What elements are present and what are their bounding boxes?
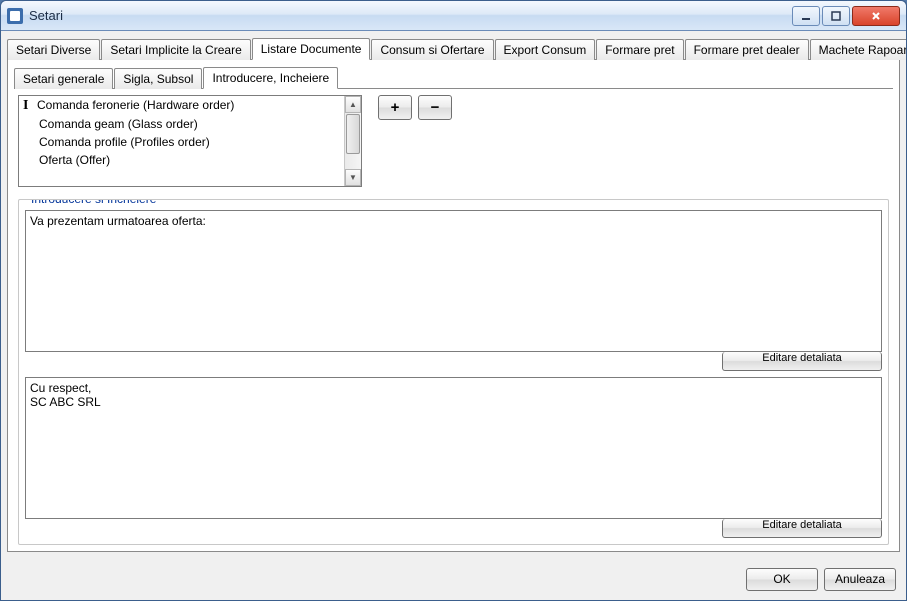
list-item-label: Comanda feronerie (Hardware order) [37, 98, 234, 112]
tab-export-consum[interactable]: Export Consum [495, 39, 596, 60]
scroll-track[interactable] [345, 155, 361, 169]
tab-listare-documente[interactable]: Listare Documente [252, 38, 371, 60]
group-legend: Introducere si Incheiere [27, 199, 160, 206]
closing-textarea[interactable]: Cu respect, SC ABC SRL [25, 377, 882, 519]
tab-formare-pret[interactable]: Formare pret [596, 39, 683, 60]
window-body: Setari Diverse Setari Implicite la Crear… [1, 31, 906, 558]
window-title: Setari [29, 8, 790, 23]
minus-icon: − [431, 100, 440, 115]
tab-consum-ofertare[interactable]: Consum si Ofertare [371, 39, 493, 60]
tab-machete-rapoarte[interactable]: Machete Rapoarte [810, 39, 906, 60]
add-button[interactable]: + [378, 95, 412, 120]
scroll-up-icon[interactable]: ▲ [345, 96, 361, 113]
remove-button[interactable]: − [418, 95, 452, 120]
list-item[interactable]: Comanda profile (Profiles order) [19, 133, 344, 151]
list-item[interactable]: Oferta (Offer) [19, 151, 344, 169]
subtab-setari-generale[interactable]: Setari generale [14, 68, 113, 89]
document-list[interactable]: I Comanda feronerie (Hardware order) Coma… [18, 95, 362, 187]
edit-detail-closing-button[interactable]: Editare detaliata [722, 519, 882, 538]
close-button[interactable] [852, 6, 900, 26]
scroll-down-icon[interactable]: ▼ [345, 169, 361, 186]
window-controls [790, 6, 900, 26]
subtab-introducere-incheiere[interactable]: Introducere, Incheiere [203, 67, 338, 89]
subtab-sigla-subsol[interactable]: Sigla, Subsol [114, 68, 202, 89]
intro-closing-group: Introducere si Incheiere Va prezentam ur… [18, 199, 889, 545]
intro-textarea[interactable]: Va prezentam urmatoarea oferta: [25, 210, 882, 352]
list-item[interactable]: I Comanda feronerie (Hardware order) [19, 96, 344, 115]
settings-window: Setari Setari Diverse Setari Implicite l… [0, 0, 907, 601]
minimize-button[interactable] [792, 6, 820, 26]
closing-block: Cu respect, SC ABC SRL Editare detaliata [25, 377, 882, 538]
plus-icon: + [391, 100, 400, 115]
titlebar: Setari [1, 1, 906, 31]
list-edit-buttons: + − [378, 95, 452, 120]
tab-formare-pret-dealer[interactable]: Formare pret dealer [685, 39, 809, 60]
caret-icon: I [23, 98, 28, 114]
cancel-button[interactable]: Anuleaza [824, 568, 896, 591]
sub-tabstrip: Setari generale Sigla, Subsol Introducer… [14, 66, 893, 89]
sub-tab-content: I Comanda feronerie (Hardware order) Coma… [14, 89, 893, 545]
ok-button[interactable]: OK [746, 568, 818, 591]
main-tab-content: Setari generale Sigla, Subsol Introducer… [7, 60, 900, 552]
scroll-thumb[interactable] [346, 114, 360, 154]
main-tabstrip: Setari Diverse Setari Implicite la Crear… [7, 37, 900, 60]
list-item[interactable]: Comanda geam (Glass order) [19, 115, 344, 133]
edit-detail-intro-button[interactable]: Editare detaliata [722, 352, 882, 371]
dialog-footer: OK Anuleaza [1, 558, 906, 600]
tab-setari-implicite[interactable]: Setari Implicite la Creare [101, 39, 250, 60]
top-row: I Comanda feronerie (Hardware order) Coma… [18, 95, 889, 193]
tab-setari-diverse[interactable]: Setari Diverse [7, 39, 100, 60]
maximize-button[interactable] [822, 6, 850, 26]
app-icon [7, 8, 23, 24]
document-listbox[interactable]: I Comanda feronerie (Hardware order) Coma… [19, 96, 344, 186]
intro-block: Va prezentam urmatoarea oferta: Editare … [25, 210, 882, 371]
list-scrollbar[interactable]: ▲ ▼ [344, 96, 361, 186]
